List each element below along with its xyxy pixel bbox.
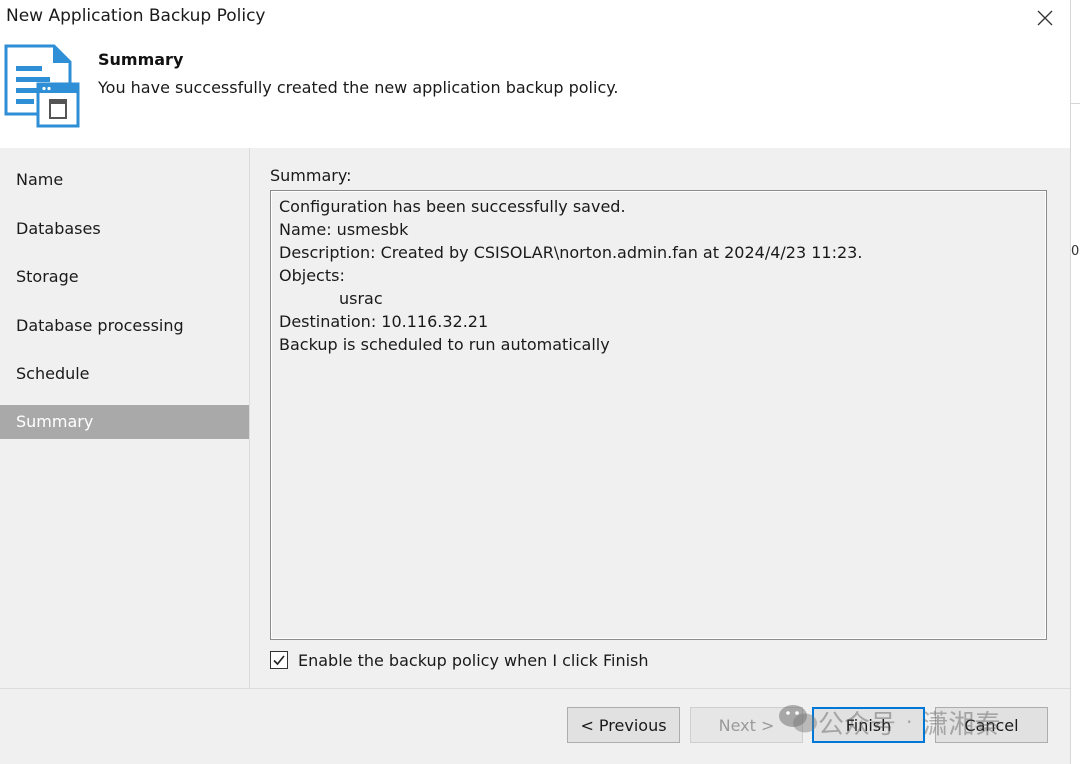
wizard-steps-nav: Name Databases Storage Database processi…	[0, 148, 250, 688]
enable-policy-checkbox[interactable]	[270, 651, 288, 669]
summary-document-icon	[4, 44, 82, 134]
title-bar: New Application Backup Policy	[0, 0, 1070, 36]
step-schedule[interactable]: Schedule	[0, 357, 249, 391]
header-subtitle: You have successfully created the new ap…	[98, 78, 619, 97]
enable-policy-option[interactable]: Enable the backup policy when I click Fi…	[270, 649, 649, 671]
background-text-fragment: 0	[1071, 244, 1080, 259]
summary-line-schedule: Backup is scheduled to run automatically	[279, 335, 610, 354]
summary-line-object-item: usrac	[339, 289, 383, 308]
wizard-header: Summary You have successfully created th…	[0, 36, 1070, 148]
summary-line-status: Configuration has been successfully save…	[279, 197, 626, 216]
summary-line-description: Description: Created by CSISOLAR\norton.…	[279, 243, 863, 262]
summary-line-destination: Destination: 10.116.32.21	[279, 312, 489, 331]
enable-policy-label[interactable]: Enable the backup policy when I click Fi…	[298, 651, 649, 670]
summary-line-name: Name: usmesbk	[279, 220, 409, 239]
checkmark-icon	[273, 655, 285, 666]
summary-line-objects: Objects:	[279, 266, 345, 285]
background-divider	[1071, 103, 1080, 104]
next-button[interactable]: Next >	[690, 707, 803, 743]
wizard-body: Name Databases Storage Database processi…	[0, 148, 1070, 688]
wizard-footer: < Previous Next > Finish Cancel	[0, 688, 1070, 764]
summary-panel: Summary: Configuration has been successf…	[250, 148, 1070, 688]
background-window-edge: 0	[1070, 0, 1080, 764]
cancel-button[interactable]: Cancel	[935, 707, 1048, 743]
finish-button[interactable]: Finish	[812, 707, 925, 743]
step-databases[interactable]: Databases	[0, 212, 249, 246]
summary-label: Summary:	[270, 166, 352, 185]
previous-button[interactable]: < Previous	[567, 707, 680, 743]
step-name[interactable]: Name	[0, 163, 249, 197]
step-database-processing[interactable]: Database processing	[0, 309, 249, 343]
step-storage[interactable]: Storage	[0, 260, 249, 294]
close-icon[interactable]	[1030, 4, 1060, 32]
header-title: Summary	[98, 50, 184, 69]
summary-textbox[interactable]: Configuration has been successfully save…	[270, 190, 1047, 640]
window-title: New Application Backup Policy	[6, 6, 266, 26]
step-summary[interactable]: Summary	[0, 405, 249, 439]
